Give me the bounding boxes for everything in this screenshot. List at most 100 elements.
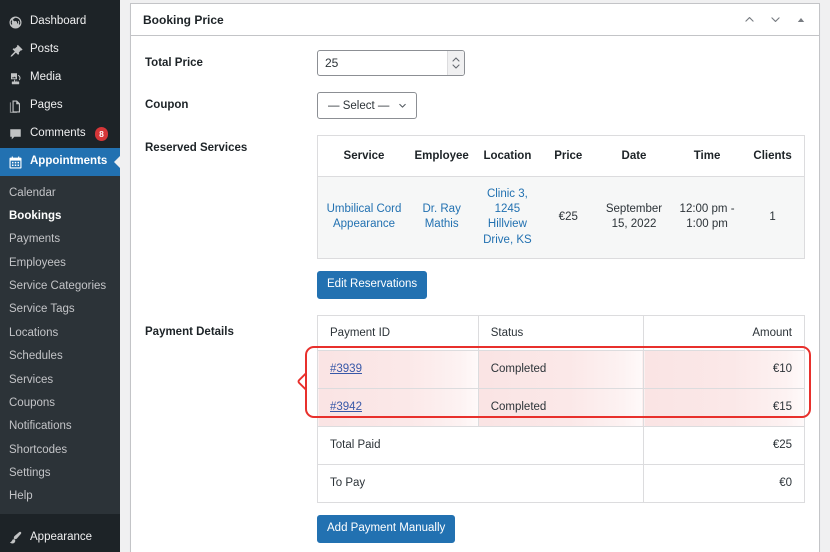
- submenu-item-services[interactable]: Services: [0, 368, 120, 391]
- submenu-item-bookings[interactable]: Bookings: [0, 204, 120, 227]
- payment-id-link[interactable]: #3942: [330, 401, 362, 413]
- sidebar-item-dashboard[interactable]: Dashboard: [0, 8, 120, 36]
- coupon-label: Coupon: [145, 99, 189, 111]
- col-amount: Amount: [643, 315, 805, 352]
- sidebar-item-label: Appearance: [30, 530, 93, 543]
- table-row: Umbilical Cord Appearance Dr. Ray Mathis…: [317, 176, 805, 259]
- submenu-item-coupons[interactable]: Coupons: [0, 391, 120, 414]
- wp-admin-screen: Dashboard Posts Media Pages Comments 8 A…: [0, 0, 830, 552]
- submenu-item-help[interactable]: Help: [0, 485, 120, 508]
- sidebar-item-label: Appointments: [30, 155, 108, 168]
- cell-clients: 1: [741, 176, 805, 259]
- col-service: Service: [317, 135, 411, 177]
- sidebar-item-posts[interactable]: Posts: [0, 36, 120, 64]
- location-link[interactable]: Clinic 3, 1245 Hillview Drive, KS: [483, 188, 532, 246]
- admin-sidebar: Dashboard Posts Media Pages Comments 8 A…: [0, 0, 120, 552]
- sidebar-item-label: Dashboard: [30, 15, 87, 28]
- cell-amount: €15: [643, 388, 805, 428]
- stepper-arrows-icon[interactable]: [447, 51, 464, 75]
- payment-details-label: Payment Details: [145, 326, 234, 339]
- edit-reservations-button[interactable]: Edit Reservations: [317, 270, 428, 300]
- col-time: Time: [672, 135, 742, 177]
- cell-status: Completed: [477, 350, 645, 390]
- appointments-submenu: Calendar Bookings Payments Employees Ser…: [0, 176, 120, 515]
- comment-icon: [7, 126, 23, 142]
- submenu-item-notifications[interactable]: Notifications: [0, 415, 120, 438]
- col-status: Status: [477, 315, 645, 352]
- table-header-row: Payment ID Status Amount: [317, 315, 805, 352]
- submenu-item-payments[interactable]: Payments: [0, 228, 120, 251]
- table-row: #3939 Completed €10: [317, 350, 805, 390]
- payment-id-link[interactable]: #3939: [330, 363, 362, 375]
- sidebar-item-media[interactable]: Media: [0, 64, 120, 92]
- chevron-up-icon[interactable]: [741, 12, 757, 28]
- col-location: Location: [473, 135, 542, 177]
- coupon-selected-value: — Select —: [328, 99, 390, 112]
- booking-price-panel: Booking Price Total Price 25 Coupon — Se…: [130, 3, 820, 552]
- add-payment-manually-button[interactable]: Add Payment Manually: [317, 514, 456, 544]
- col-payment-id: Payment ID: [317, 315, 479, 352]
- table-row: #3942 Completed €15: [317, 388, 805, 428]
- panel-body: Total Price Coupon: [131, 36, 819, 552]
- paintbrush-icon: [7, 529, 23, 545]
- payment-details-row: Payment Details Payment ID Status Amount: [145, 315, 811, 544]
- edit-reservations-row: Edit Reservations: [317, 270, 805, 300]
- sidebar-item-pages[interactable]: Pages: [0, 92, 120, 120]
- to-pay-row: To Pay €0: [316, 464, 805, 503]
- col-clients: Clients: [741, 135, 805, 177]
- reserved-services-row: Reserved Services Service Employee Locat…: [145, 135, 805, 300]
- media-icon: [7, 70, 23, 86]
- col-date: Date: [595, 135, 673, 177]
- coupon-row: Coupon — Select —: [145, 92, 805, 119]
- service-link[interactable]: Umbilical Cord Appearance: [327, 203, 402, 230]
- cell-status: Completed: [477, 388, 645, 428]
- submenu-item-calendar[interactable]: Calendar: [0, 181, 120, 204]
- triangle-up-icon[interactable]: [793, 12, 809, 28]
- sidebar-item-label: Pages: [30, 99, 63, 112]
- sidebar-item-label: Media: [30, 71, 62, 84]
- submenu-item-service-tags[interactable]: Service Tags: [0, 298, 120, 321]
- coupon-select[interactable]: — Select —: [317, 92, 418, 119]
- table-header-row: Service Employee Location Price Date Tim…: [317, 135, 805, 177]
- submenu-item-locations[interactable]: Locations: [0, 321, 120, 344]
- to-pay-amount: €0: [643, 464, 805, 503]
- reserved-services-label: Reserved Services: [145, 142, 248, 154]
- sidebar-divider: [0, 514, 120, 523]
- col-price: Price: [541, 135, 596, 177]
- sidebar-item-appearance[interactable]: Appearance: [0, 523, 120, 551]
- submenu-item-settings[interactable]: Settings: [0, 462, 120, 485]
- add-payment-row: Add Payment Manually: [317, 514, 805, 544]
- payment-details-table: Payment ID Status Amount #3939 Completed…: [316, 315, 805, 503]
- pin-icon: [7, 42, 23, 58]
- total-price-label: Total Price: [145, 57, 203, 69]
- dashboard-icon: [7, 14, 23, 30]
- col-employee: Employee: [410, 135, 474, 177]
- cell-time: 12:00 pm - 1:00 pm: [672, 176, 742, 259]
- submenu-item-service-categories[interactable]: Service Categories: [0, 275, 120, 298]
- reserved-services-table: Service Employee Location Price Date Tim…: [317, 135, 805, 259]
- sidebar-item-label: Comments: [30, 127, 86, 140]
- calendar-icon: [7, 154, 23, 170]
- pages-icon: [7, 98, 23, 114]
- submenu-item-schedules[interactable]: Schedules: [0, 345, 120, 368]
- sidebar-item-appointments[interactable]: Appointments: [0, 148, 120, 176]
- total-paid-row: Total Paid €25: [316, 426, 805, 465]
- sidebar-item-comments[interactable]: Comments 8: [0, 120, 120, 148]
- employee-link[interactable]: Dr. Ray Mathis: [422, 203, 460, 230]
- panel-header-actions: [741, 12, 809, 28]
- submenu-item-employees[interactable]: Employees: [0, 251, 120, 274]
- total-paid-amount: €25: [643, 426, 805, 465]
- chevron-down-icon[interactable]: [767, 12, 783, 28]
- total-paid-label: Total Paid: [316, 426, 645, 465]
- total-price-input[interactable]: [318, 51, 447, 75]
- annotation-pointer-icon: [296, 372, 315, 391]
- comments-count-badge: 8: [94, 127, 109, 141]
- chevron-down-icon: [397, 100, 408, 111]
- cell-price: €25: [541, 176, 596, 259]
- panel-title: Booking Price: [143, 12, 224, 27]
- total-price-row: Total Price: [145, 50, 805, 76]
- panel-header: Booking Price: [131, 4, 819, 36]
- total-price-stepper[interactable]: [317, 50, 465, 76]
- main-content: Booking Price Total Price 25 Coupon — Se…: [120, 0, 830, 552]
- submenu-item-shortcodes[interactable]: Shortcodes: [0, 438, 120, 461]
